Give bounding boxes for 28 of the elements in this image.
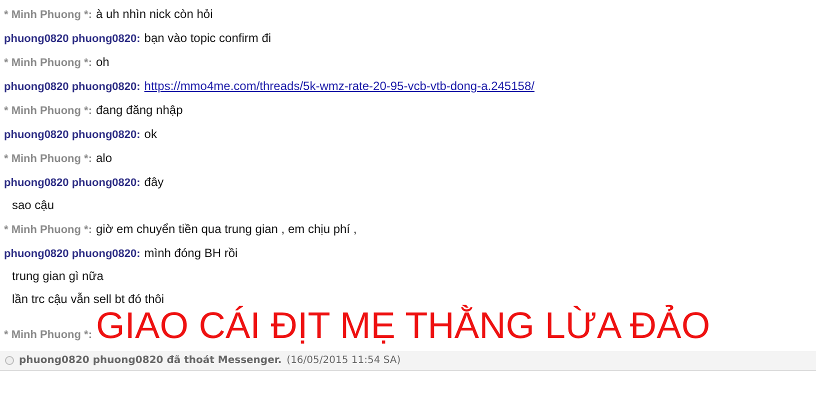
offline-status-icon [5, 356, 14, 365]
message-text: đây [144, 174, 164, 191]
message-text: sao cậu [12, 198, 54, 212]
shout-text: GIAO CÁI ĐỊT MẸ THẰNG LỪA ĐẢO [96, 306, 710, 346]
sender-name: * Minh Phuong *: [4, 223, 92, 238]
message-text: oh [96, 54, 110, 71]
sender-name: phuong0820 phuong0820: [4, 80, 140, 95]
sender-name: * Minh Phuong *: [4, 328, 92, 343]
message-text: lần trc cậu vẫn sell bt đó thôi [12, 292, 164, 306]
message-text: alo [96, 150, 112, 167]
sender-name: * Minh Phuong *: [4, 152, 92, 167]
message-text: mình đóng BH rồi [144, 245, 238, 262]
message-link[interactable]: https://mmo4me.com/threads/5k-wmz-rate-20-95-vcb-vtb-dong-a.245158/ [144, 77, 534, 95]
sender-name: * Minh Phuong *: [4, 8, 92, 23]
message-text: giờ em chuyển tiền qua trung gian , em chịu phí , [96, 221, 357, 238]
message-text: bạn vào topic confirm đi [144, 30, 272, 47]
sender-name: phuong0820 phuong0820: [4, 128, 140, 143]
message-text: đang đăng nhập [96, 102, 183, 119]
status-message: phuong0820 phuong0820 đã thoát Messenger. [19, 355, 282, 366]
status-time: (16/05/2015 11:54 SA) [286, 355, 401, 366]
message-text: à uh nhìn nick còn hỏi [96, 6, 213, 23]
message-text: ok [144, 126, 157, 143]
sender-name: phuong0820 phuong0820: [4, 247, 140, 262]
message-text: trung gian gì nữa [12, 269, 104, 283]
sender-name: phuong0820 phuong0820: [4, 176, 140, 191]
sender-name: * Minh Phuong *: [4, 104, 92, 119]
sender-name: * Minh Phuong *: [4, 56, 92, 71]
sender-name: phuong0820 phuong0820: [4, 32, 140, 47]
